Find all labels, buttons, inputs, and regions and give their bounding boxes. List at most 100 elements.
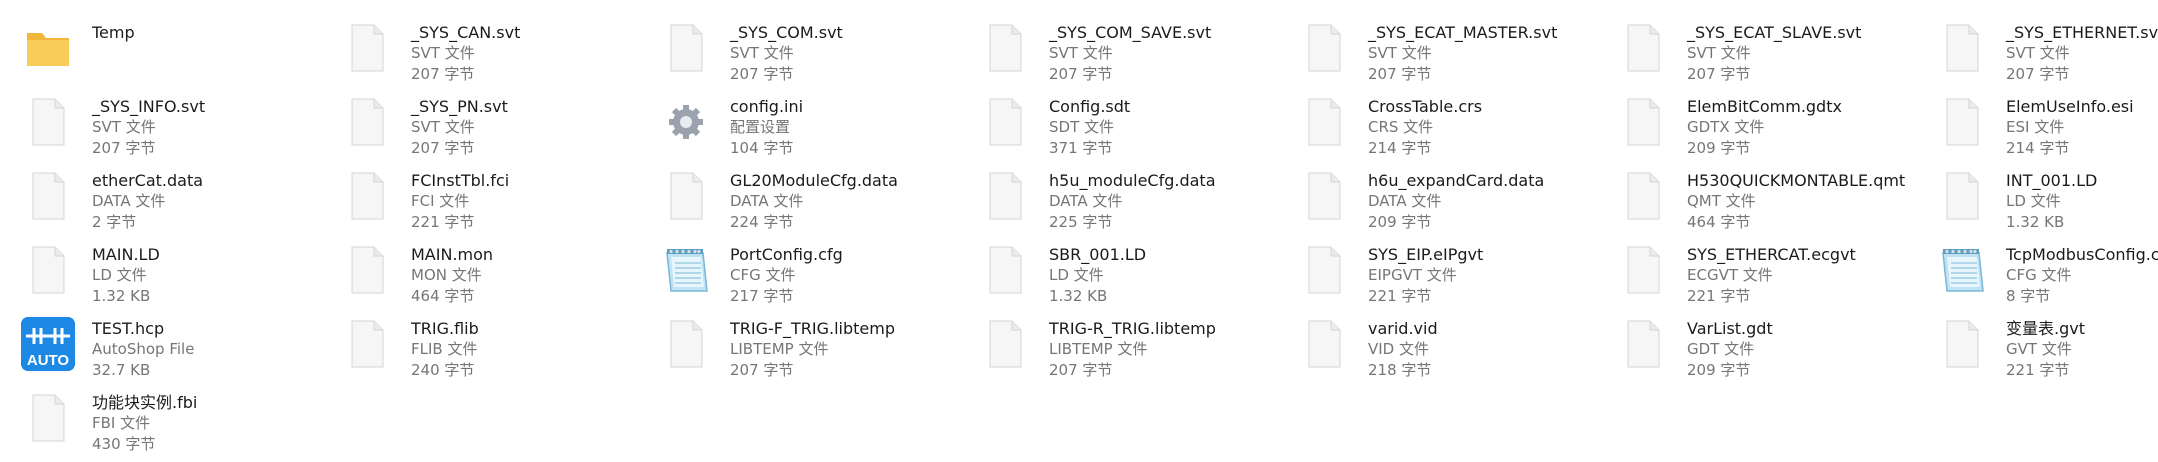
file-size: 221 字节 — [1368, 287, 1432, 305]
file-item[interactable]: FCInstTbl.fci FCI 文件 221 字节 — [337, 166, 656, 240]
file-size: 207 字节 — [1687, 65, 1751, 83]
file-name: ElemBitComm.gdtx — [1687, 97, 1842, 116]
file-item[interactable]: _SYS_COM_SAVE.svt SVT 文件 207 字节 — [975, 18, 1294, 92]
file-item[interactable]: TRIG-R_TRIG.libtemp LIBTEMP 文件 207 字节 — [975, 314, 1294, 388]
file-item[interactable]: MAIN.LD LD 文件 1.32 KB — [18, 240, 337, 314]
file-name: _SYS_ETHERNET.svt — [2006, 23, 2158, 42]
file-meta: _SYS_ETHERNET.svt SVT 文件 207 字节 — [2006, 18, 2158, 85]
file-item[interactable]: MAIN.mon MON 文件 464 字节 — [337, 240, 656, 314]
file-meta: MAIN.LD LD 文件 1.32 KB — [92, 240, 160, 307]
file-item[interactable]: varid.vid VID 文件 218 字节 — [1294, 314, 1613, 388]
file-type: FLIB 文件 — [411, 340, 478, 358]
file-meta: _SYS_COM_SAVE.svt SVT 文件 207 字节 — [1049, 18, 1211, 85]
file-icon — [18, 92, 78, 152]
file-name: h6u_expandCard.data — [1368, 171, 1545, 190]
file-size: 464 字节 — [411, 287, 475, 305]
file-type: SDT 文件 — [1049, 118, 1115, 136]
file-item[interactable]: GL20ModuleCfg.data DATA 文件 224 字节 — [656, 166, 975, 240]
file-item[interactable]: 变量表.gvt GVT 文件 221 字节 — [1932, 314, 2158, 388]
file-item[interactable]: SYS_EIP.eIPgvt EIPGVT 文件 221 字节 — [1294, 240, 1613, 314]
file-icon — [18, 240, 78, 300]
file-name: FCInstTbl.fci — [411, 171, 510, 190]
file-icon — [337, 166, 397, 226]
file-meta: Temp — [92, 18, 135, 43]
notepad-icon — [656, 240, 716, 300]
file-item[interactable]: TcpModbusConfig.cfg CFG 文件 8 字节 — [1932, 240, 2158, 314]
file-type: CFG 文件 — [730, 266, 796, 284]
file-item[interactable]: _SYS_ECAT_SLAVE.svt SVT 文件 207 字节 — [1613, 18, 1932, 92]
file-meta: FCInstTbl.fci FCI 文件 221 字节 — [411, 166, 509, 233]
file-name: TcpModbusConfig.cfg — [2006, 245, 2158, 264]
file-icon — [18, 388, 78, 448]
file-type: SVT 文件 — [411, 118, 475, 136]
file-item[interactable]: h5u_moduleCfg.data DATA 文件 225 字节 — [975, 166, 1294, 240]
file-meta: ElemUseInfo.esi ESI 文件 214 字节 — [2006, 92, 2134, 159]
file-name: H530QUICKMONTABLE.qmt — [1687, 171, 1906, 190]
file-size: 209 字节 — [1687, 139, 1751, 157]
file-size: 209 字节 — [1368, 213, 1432, 231]
file-item[interactable]: _SYS_ECAT_MASTER.svt SVT 文件 207 字节 — [1294, 18, 1613, 92]
file-type: ECGVT 文件 — [1687, 266, 1773, 284]
file-item[interactable]: INT_001.LD LD 文件 1.32 KB — [1932, 166, 2158, 240]
file-item[interactable]: _SYS_ETHERNET.svt SVT 文件 207 字节 — [1932, 18, 2158, 92]
file-size: 207 字节 — [730, 65, 794, 83]
file-meta: TcpModbusConfig.cfg CFG 文件 8 字节 — [2006, 240, 2158, 307]
file-type: EIPGVT 文件 — [1368, 266, 1457, 284]
file-icon — [1932, 314, 1992, 374]
file-size: 371 字节 — [1049, 139, 1113, 157]
gear-file-icon — [656, 92, 716, 152]
file-item[interactable]: TRIG-F_TRIG.libtemp LIBTEMP 文件 207 字节 — [656, 314, 975, 388]
file-icon — [1294, 92, 1354, 152]
file-icon — [337, 314, 397, 374]
file-item[interactable]: h6u_expandCard.data DATA 文件 209 字节 — [1294, 166, 1613, 240]
file-item[interactable]: AUTO TEST.hcp AutoShop File 32.7 KB — [18, 314, 337, 388]
file-name: SBR_001.LD — [1049, 245, 1147, 264]
file-item[interactable]: _SYS_COM.svt SVT 文件 207 字节 — [656, 18, 975, 92]
file-item[interactable]: ElemUseInfo.esi ESI 文件 214 字节 — [1932, 92, 2158, 166]
file-type: SVT 文件 — [2006, 44, 2070, 62]
file-name: CrossTable.crs — [1368, 97, 1483, 116]
file-type: GDTX 文件 — [1687, 118, 1765, 136]
file-size: 221 字节 — [1687, 287, 1751, 305]
file-size: 217 字节 — [730, 287, 794, 305]
autoshop-icon: AUTO — [18, 314, 78, 374]
file-item[interactable]: H530QUICKMONTABLE.qmt QMT 文件 464 字节 — [1613, 166, 1932, 240]
file-name: INT_001.LD — [2006, 171, 2098, 190]
file-item[interactable]: 功能块实例.fbi FBI 文件 430 字节 — [18, 388, 337, 462]
file-icon — [975, 18, 1035, 78]
file-meta: SYS_EIP.eIPgvt EIPGVT 文件 221 字节 — [1368, 240, 1483, 307]
file-name: TRIG-F_TRIG.libtemp — [730, 319, 895, 338]
file-item[interactable]: _SYS_INFO.svt SVT 文件 207 字节 — [18, 92, 337, 166]
file-item[interactable]: etherCat.data DATA 文件 2 字节 — [18, 166, 337, 240]
file-item[interactable]: PortConfig.cfg CFG 文件 217 字节 — [656, 240, 975, 314]
file-grid: Temp _SYS_CAN.svt SVT 文件 207 字节 _SYS_COM.svt… — [0, 0, 2158, 457]
file-size: 214 字节 — [2006, 139, 2070, 157]
file-meta: _SYS_PN.svt SVT 文件 207 字节 — [411, 92, 508, 159]
file-type: ESI 文件 — [2006, 118, 2065, 136]
file-name: PortConfig.cfg — [730, 245, 843, 264]
file-item[interactable]: SBR_001.LD LD 文件 1.32 KB — [975, 240, 1294, 314]
file-meta: H530QUICKMONTABLE.qmt QMT 文件 464 字节 — [1687, 166, 1905, 233]
file-icon — [1613, 92, 1673, 152]
file-size: 240 字节 — [411, 361, 475, 379]
file-item[interactable]: _SYS_PN.svt SVT 文件 207 字节 — [337, 92, 656, 166]
file-size: 207 字节 — [1049, 361, 1113, 379]
file-icon — [1613, 18, 1673, 78]
file-item[interactable]: _SYS_CAN.svt SVT 文件 207 字节 — [337, 18, 656, 92]
file-item[interactable]: CrossTable.crs CRS 文件 214 字节 — [1294, 92, 1613, 166]
file-size: 209 字节 — [1687, 361, 1751, 379]
file-icon — [337, 240, 397, 300]
file-type: GDT 文件 — [1687, 340, 1755, 358]
file-name: _SYS_INFO.svt — [92, 97, 206, 116]
file-item[interactable]: ElemBitComm.gdtx GDTX 文件 209 字节 — [1613, 92, 1932, 166]
file-type: GVT 文件 — [2006, 340, 2072, 358]
file-item[interactable]: TRIG.flib FLIB 文件 240 字节 — [337, 314, 656, 388]
file-item[interactable]: SYS_ETHERCAT.ecgvt ECGVT 文件 221 字节 — [1613, 240, 1932, 314]
file-icon — [1613, 240, 1673, 300]
file-item[interactable]: Temp — [18, 18, 337, 92]
file-icon — [656, 166, 716, 226]
file-item[interactable]: VarList.gdt GDT 文件 209 字节 — [1613, 314, 1932, 388]
file-name: GL20ModuleCfg.data — [730, 171, 898, 190]
file-item[interactable]: config.ini 配置设置 104 字节 — [656, 92, 975, 166]
file-item[interactable]: Config.sdt SDT 文件 371 字节 — [975, 92, 1294, 166]
